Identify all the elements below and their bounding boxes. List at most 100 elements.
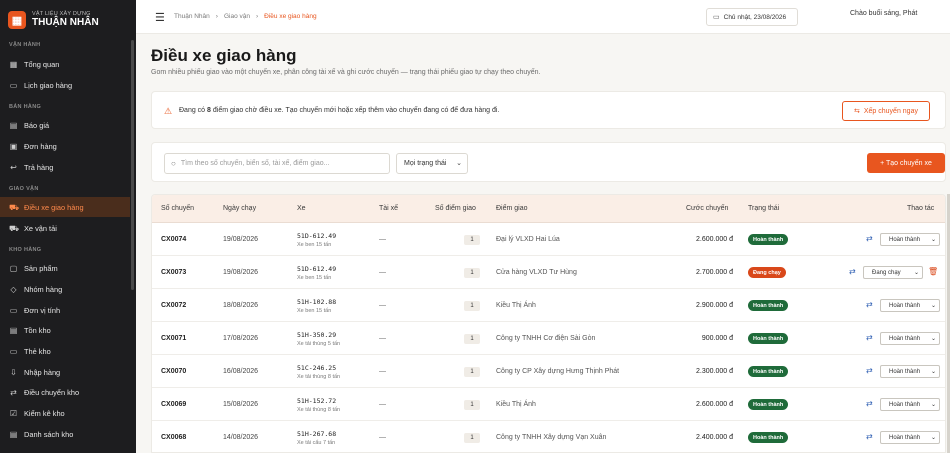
delete-icon[interactable]: 🗑 <box>928 267 938 276</box>
reassign-icon[interactable]: ⇄ <box>866 333 873 342</box>
vehicle-plate: 51H-267.68 <box>297 430 337 438</box>
brand[interactable]: ▦ VẬT LIỆU XÂY DỰNG THUẬN NHÂN <box>0 0 136 32</box>
sidebar-item-product-groups[interactable]: ◇ Nhóm hàng <box>0 279 130 299</box>
sidebar-item-label: Nhập hàng <box>24 367 61 377</box>
create-trip-button[interactable]: + Tạo chuyến xe <box>867 153 945 173</box>
status-filter-select[interactable]: Mọi trạng thái ⌄ <box>396 153 468 174</box>
brand-logo-icon: ▦ <box>8 11 26 29</box>
trip-id[interactable]: CX0068 <box>161 434 186 441</box>
sidebar-item-transfer[interactable]: ⇄ Điều chuyển kho <box>0 382 130 402</box>
destination: Kiều Thị Ánh <box>496 401 536 408</box>
brand-name: THUẬN NHÂN <box>32 17 99 29</box>
status-badge: Hoàn thành <box>748 366 789 377</box>
sidebar-item-units[interactable]: ▭ Đơn vị tính <box>0 300 130 320</box>
driver: — <box>379 434 386 441</box>
trip-id[interactable]: CX0069 <box>161 401 186 408</box>
reassign-icon[interactable]: ⇄ <box>866 366 873 375</box>
sidebar-item-returns[interactable]: ↩ Trả hàng <box>0 157 130 177</box>
trip-id[interactable]: CX0074 <box>161 236 186 243</box>
tag-icon: ◇ <box>10 284 17 294</box>
sidebar-item-quotes[interactable]: ▤ Báo giá <box>0 115 130 135</box>
sidebar-scrollbar[interactable] <box>131 40 134 290</box>
destination: Công ty CP Xây dựng Hưng Thịnh Phát <box>496 368 620 375</box>
stop-count: 1 <box>464 334 480 344</box>
table-row[interactable]: CX0074 19/08/2026 51D-612.49 Xe ben 15 tấn —… <box>152 223 945 256</box>
trip-id[interactable]: CX0070 <box>161 368 186 375</box>
sidebar-item-label: Nhóm hàng <box>24 284 63 294</box>
calendar-icon: ▭ <box>713 14 720 21</box>
sidebar-item-label: Điều chuyển kho <box>24 387 80 397</box>
checklist-icon: ☑ <box>9 408 18 418</box>
status-select[interactable]: Hoàn thành ⌄ <box>880 431 940 444</box>
table-row[interactable]: CX0069 15/08/2026 51H-152.72 Xe tải thùng 8… <box>152 388 945 421</box>
status-select[interactable]: Hoàn thành ⌄ <box>880 365 940 378</box>
trip-fee: 2.400.000 đ <box>696 434 733 441</box>
status-select[interactable]: Hoàn thành ⌄ <box>880 233 940 246</box>
vehicle-plate: 51H-102.88 <box>297 298 337 306</box>
breadcrumb: Thuận Nhân › Giao vận › Điều xe giao hàn… <box>174 13 317 20</box>
trip-fee: 2.700.000 đ <box>696 269 733 276</box>
vehicle-type: Xe tải thùng 5 tấn <box>297 341 341 347</box>
reassign-icon[interactable]: ⇄ <box>866 234 873 243</box>
sidebar-item-label: Điều xe giao hàng <box>24 202 84 212</box>
table-row[interactable]: CX0071 17/08/2026 51H-350.29 Xe tải thùng 5… <box>152 322 945 355</box>
trip-id[interactable]: CX0071 <box>161 335 186 342</box>
status-select[interactable]: Hoàn thành ⌄ <box>880 299 940 312</box>
search-input[interactable]: ○ Tìm theo số chuyến, biển số, tài xế, đ… <box>164 153 390 174</box>
sidebar-item-stock[interactable]: ▤ Tồn kho <box>0 320 130 340</box>
stop-count: 1 <box>464 433 480 443</box>
page-title: Điều xe giao hàng <box>151 46 297 65</box>
reassign-icon[interactable]: ⇄ <box>849 267 856 276</box>
sidebar-item-label: Đơn vị tính <box>24 305 61 315</box>
sidebar-item-label: Trả hàng <box>24 162 54 172</box>
sidebar-item-dispatch[interactable]: ⛟ Điều xe giao hàng <box>0 197 130 217</box>
ruler-icon: ▭ <box>9 305 18 315</box>
sidebar-item-import[interactable]: ⇩ Nhập hàng <box>0 362 130 382</box>
arrange-trip-button[interactable]: ⇆ Xếp chuyến ngay <box>842 101 930 121</box>
table-row[interactable]: CX0068 14/08/2026 51H-267.68 Xe tải cẩu 7 t… <box>152 421 945 452</box>
chevron-down-icon: ⌄ <box>930 237 936 243</box>
sidebar-item-overview[interactable]: ▦ Tổng quan <box>0 54 130 74</box>
date-display[interactable]: ▭ Chủ nhật, 23/08/2026 <box>706 8 798 26</box>
table-row[interactable]: CX0072 18/08/2026 51H-102.88 Xe ben 15 tấn —… <box>152 289 945 322</box>
chevron-down-icon: ⌄ <box>930 369 936 375</box>
breadcrumb-item[interactable]: Giao vận <box>224 13 250 20</box>
status-badge: Hoàn thành <box>748 333 789 344</box>
col-status: Trạng thái <box>748 205 780 212</box>
card-icon: ▭ <box>9 346 18 356</box>
trip-fee: 2.600.000 đ <box>696 236 733 243</box>
sidebar-item-orders[interactable]: ▣ Đơn hàng <box>0 136 130 156</box>
sidebar-item-warehouses[interactable]: ▤ Danh sách kho <box>0 424 130 444</box>
sidebar-item-stock-card[interactable]: ▭ Thẻ kho <box>0 341 130 361</box>
sidebar-item-inventory-check[interactable]: ☑ Kiểm kê kho <box>0 403 130 423</box>
status-badge: Hoàn thành <box>748 234 789 245</box>
breadcrumb-item[interactable]: Thuận Nhân <box>174 13 210 20</box>
menu-icon[interactable]: ☰ <box>155 11 165 24</box>
status-select[interactable]: Hoàn thành ⌄ <box>880 332 940 345</box>
trip-id[interactable]: CX0072 <box>161 302 186 309</box>
reassign-icon[interactable]: ⇄ <box>866 399 873 408</box>
status-select[interactable]: Đang chạy ⌄ <box>863 266 923 279</box>
stop-count: 1 <box>464 400 480 410</box>
reassign-icon[interactable]: ⇄ <box>866 300 873 309</box>
sidebar-item-products[interactable]: ▢ Sản phẩm <box>0 258 130 278</box>
trip-id[interactable]: CX0073 <box>161 269 186 276</box>
trip-date: 14/08/2026 <box>223 434 259 441</box>
table-row[interactable]: CX0073 19/08/2026 51D-612.49 Xe ben 15 tấn —… <box>152 256 945 289</box>
table-row[interactable]: CX0070 16/08/2026 51C-246.25 Xe tải thùng 8… <box>152 355 945 388</box>
sidebar-item-label: Tồn kho <box>24 325 51 335</box>
truck-icon: ⛟ <box>9 223 20 233</box>
col-trip-id: Số chuyến <box>161 205 195 212</box>
table-header: Số chuyến Ngày chạy Xe Tài xế Số điểm gi… <box>152 195 945 223</box>
driver: — <box>379 401 386 408</box>
col-driver: Tài xế <box>379 205 399 212</box>
reassign-icon[interactable]: ⇄ <box>866 432 873 441</box>
sidebar-item-label: Lịch giao hàng <box>24 80 73 90</box>
search-icon: ○ <box>171 159 176 168</box>
chevron-down-icon: ⌄ <box>930 402 936 408</box>
stop-count: 1 <box>464 301 480 311</box>
sidebar-item-vehicles[interactable]: ⛟ Xe vận tải <box>0 218 130 238</box>
sidebar-item-delivery-schedule[interactable]: ▭ Lịch giao hàng <box>0 75 130 95</box>
status-select[interactable]: Hoàn thành ⌄ <box>880 398 940 411</box>
driver: — <box>379 368 386 375</box>
